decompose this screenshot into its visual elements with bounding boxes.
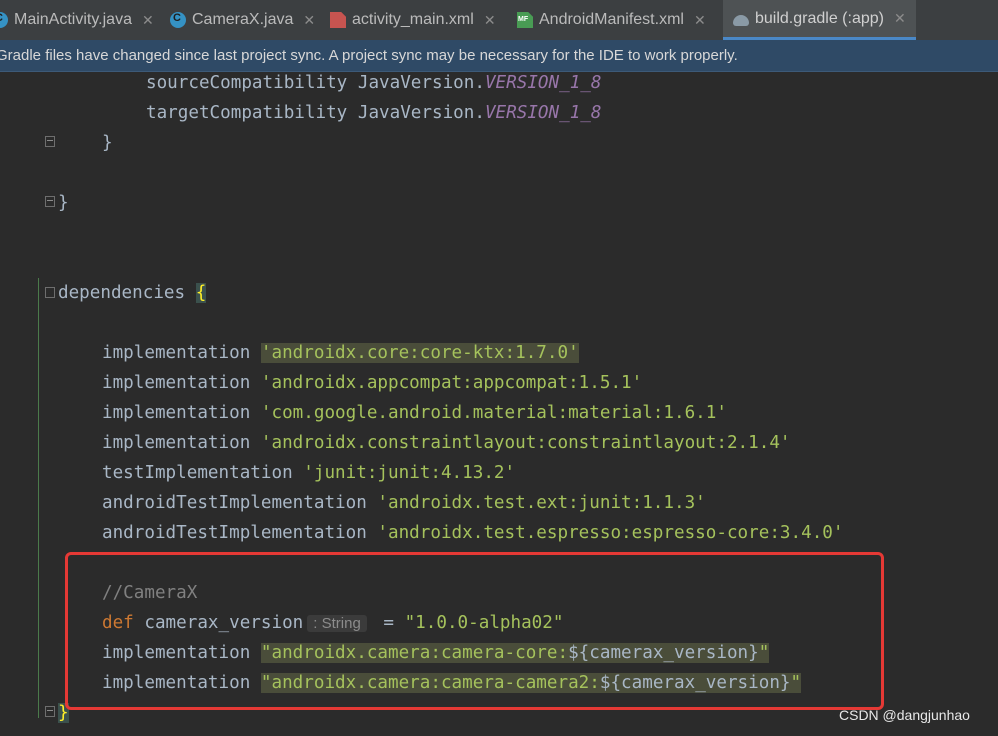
code-line: } bbox=[102, 133, 113, 153]
code-line: androidTestImplementation 'androidx.test… bbox=[102, 523, 844, 543]
fold-marker-icon[interactable] bbox=[45, 706, 55, 717]
banner-text: Gradle files have changed since last pro… bbox=[0, 47, 738, 64]
gradle-icon bbox=[733, 14, 749, 26]
xml-file-icon bbox=[330, 12, 346, 28]
tab-mainactivity-java[interactable]: MainActivity.java ✕ bbox=[0, 0, 154, 40]
close-icon[interactable]: ✕ bbox=[484, 12, 496, 29]
watermark: CSDN @dangjunhao bbox=[839, 707, 970, 723]
scope-indicator bbox=[38, 278, 39, 718]
manifest-file-icon bbox=[517, 12, 533, 28]
code-line: sourceCompatibility JavaVersion.VERSION_… bbox=[146, 73, 602, 93]
tab-camerax-java[interactable]: CameraX.java ✕ bbox=[170, 0, 315, 40]
close-icon[interactable]: ✕ bbox=[303, 12, 315, 29]
code-line: implementation 'androidx.constraintlayou… bbox=[102, 433, 791, 453]
code-line: testImplementation 'junit:junit:4.13.2' bbox=[102, 463, 516, 483]
close-icon[interactable]: ✕ bbox=[894, 10, 906, 27]
tab-label: activity_main.xml bbox=[352, 11, 474, 28]
code-line: implementation 'androidx.core:core-ktx:1… bbox=[102, 343, 579, 363]
fold-marker-icon[interactable] bbox=[45, 287, 55, 298]
code-line: androidTestImplementation 'androidx.test… bbox=[102, 493, 706, 513]
editor-tab-bar: MainActivity.java ✕ CameraX.java ✕ activ… bbox=[0, 0, 998, 40]
code-line: } bbox=[58, 193, 69, 213]
close-icon[interactable]: ✕ bbox=[694, 12, 706, 29]
highlight-box bbox=[65, 552, 884, 710]
code-line: dependencies { bbox=[58, 283, 207, 303]
code-line: targetCompatibility JavaVersion.VERSION_… bbox=[146, 103, 602, 123]
java-class-icon bbox=[0, 12, 8, 28]
tab-build-gradle-app[interactable]: build.gradle (:app) ✕ bbox=[723, 0, 916, 40]
tab-label: CameraX.java bbox=[192, 11, 294, 28]
fold-marker-icon[interactable] bbox=[45, 196, 55, 207]
code-line: implementation 'androidx.appcompat:appco… bbox=[102, 373, 643, 393]
tab-activity-main-xml[interactable]: activity_main.xml ✕ bbox=[330, 0, 496, 40]
tab-android-manifest-xml[interactable]: AndroidManifest.xml ✕ bbox=[517, 0, 706, 40]
tab-label: AndroidManifest.xml bbox=[539, 11, 684, 28]
fold-marker-icon[interactable] bbox=[45, 136, 55, 147]
tab-label: MainActivity.java bbox=[14, 11, 132, 28]
java-class-icon bbox=[170, 12, 186, 28]
close-icon[interactable]: ✕ bbox=[142, 12, 154, 29]
code-line: implementation 'com.google.android.mater… bbox=[102, 403, 727, 423]
tab-label: build.gradle (:app) bbox=[755, 9, 884, 27]
